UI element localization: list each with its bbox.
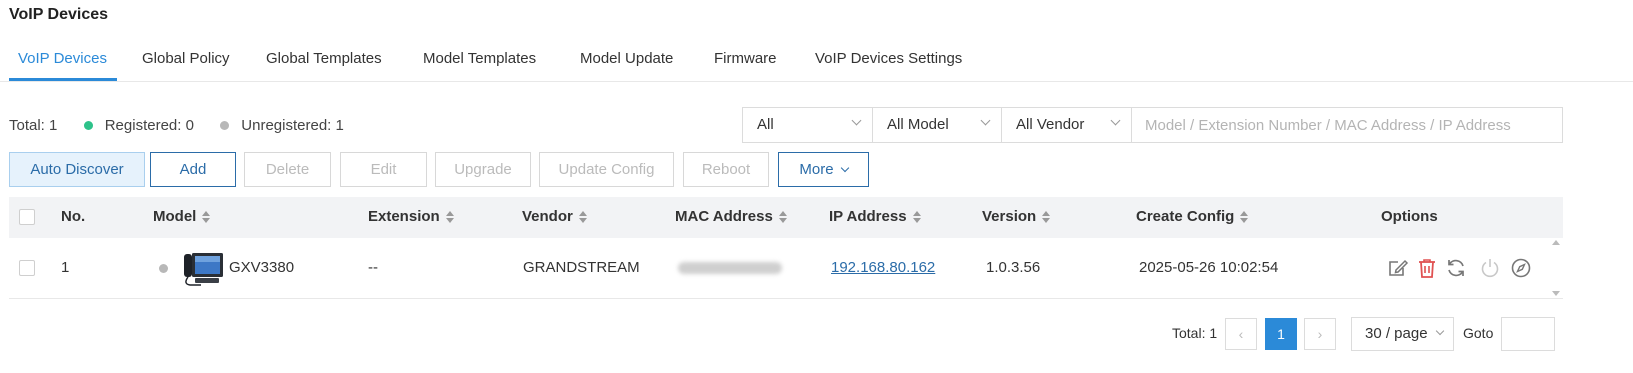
- edit-icon[interactable]: [1387, 257, 1409, 279]
- model-filter-value: All Model: [887, 116, 949, 133]
- column-mac[interactable]: MAC Address: [675, 208, 787, 225]
- column-no: No.: [61, 208, 86, 225]
- more-button[interactable]: More: [778, 152, 869, 187]
- scroll-down-icon[interactable]: [1552, 291, 1560, 296]
- power-icon[interactable]: [1479, 257, 1501, 279]
- status-filter-value: All: [757, 116, 774, 133]
- sort-icon[interactable]: [1042, 211, 1051, 224]
- row-ip-link[interactable]: 192.168.80.162: [831, 259, 935, 276]
- row-vendor: GRANDSTREAM: [523, 259, 640, 276]
- tab-voip-devices-settings[interactable]: VoIP Devices Settings: [815, 50, 962, 67]
- column-ip-label: IP Address: [829, 208, 907, 225]
- goto-page-input[interactable]: [1501, 317, 1555, 351]
- row-no: 1: [61, 259, 70, 276]
- device-summary: Total: 1 Registered: 0 Unregistered: 1: [9, 116, 344, 134]
- scroll-up-icon[interactable]: [1552, 240, 1560, 245]
- column-extension[interactable]: Extension: [368, 208, 454, 225]
- auto-discover-button[interactable]: Auto Discover: [9, 152, 145, 187]
- vendor-filter-value: All Vendor: [1016, 116, 1085, 133]
- row-version: 1.0.3.56: [986, 259, 1041, 276]
- page-size-value: 30 / page: [1365, 325, 1428, 342]
- select-all-checkbox[interactable]: [19, 209, 35, 225]
- refresh-icon[interactable]: [1445, 257, 1467, 279]
- tab-bar: VoIP Devices Global Policy Global Templa…: [0, 40, 1633, 82]
- row-mac-redacted: [678, 262, 782, 274]
- table-header: No. Model Extension Vendor MAC Address I…: [9, 197, 1563, 238]
- sort-icon[interactable]: [778, 211, 787, 224]
- active-tab-indicator: [9, 78, 117, 81]
- column-ip[interactable]: IP Address: [829, 208, 921, 225]
- model-filter-select[interactable]: All Model: [872, 107, 1002, 143]
- page-title: VoIP Devices: [9, 6, 109, 23]
- status-filter-select[interactable]: All: [742, 107, 873, 143]
- page-button-current[interactable]: 1: [1265, 318, 1297, 350]
- chevron-down-icon: [840, 163, 849, 173]
- column-version[interactable]: Version: [982, 208, 1051, 225]
- tab-firmware[interactable]: Firmware: [714, 50, 777, 67]
- vendor-filter-select[interactable]: All Vendor: [1001, 107, 1132, 143]
- column-mac-label: MAC Address: [675, 208, 773, 225]
- column-vendor-label: Vendor: [522, 208, 573, 225]
- compass-icon[interactable]: [1510, 257, 1532, 279]
- desk-phone-icon: [184, 253, 223, 286]
- goto-label: Goto: [1463, 325, 1494, 341]
- update-config-button[interactable]: Update Config: [539, 152, 674, 187]
- edit-button[interactable]: Edit: [340, 152, 427, 187]
- table-row[interactable]: 1 GXV3380 -- GRANDSTREAM 192.168.80.162 …: [9, 238, 1563, 299]
- row-extension: --: [368, 259, 378, 276]
- column-version-label: Version: [982, 208, 1037, 225]
- next-page-button[interactable]: ›: [1304, 318, 1336, 350]
- column-extension-label: Extension: [368, 208, 440, 225]
- row-model: GXV3380: [229, 259, 295, 276]
- unregistered-dot-icon: [220, 120, 230, 130]
- registered-count: Registered: 0: [104, 116, 194, 134]
- unregistered-count: Unregistered: 1: [241, 116, 344, 134]
- delete-icon[interactable]: [1416, 257, 1438, 279]
- registered-dot-icon: [83, 120, 93, 130]
- reboot-button[interactable]: Reboot: [683, 152, 769, 187]
- column-create-config-label: Create Config: [1136, 208, 1235, 225]
- sort-icon[interactable]: [202, 211, 211, 224]
- page-size-select[interactable]: 30 / page: [1351, 317, 1454, 351]
- column-vendor[interactable]: Vendor: [522, 208, 587, 225]
- sort-icon[interactable]: [445, 211, 454, 224]
- chevron-down-icon: [851, 115, 862, 126]
- pagination-total: Total: 1: [1172, 325, 1218, 341]
- total-count: Total: 1: [9, 116, 58, 134]
- tab-global-templates[interactable]: Global Templates: [266, 50, 382, 67]
- tab-model-templates[interactable]: Model Templates: [423, 50, 536, 67]
- tab-global-policy[interactable]: Global Policy: [142, 50, 230, 67]
- column-create-config[interactable]: Create Config: [1136, 208, 1249, 225]
- delete-button[interactable]: Delete: [244, 152, 331, 187]
- search-input[interactable]: [1131, 107, 1563, 143]
- sort-icon[interactable]: [578, 211, 587, 224]
- sort-icon[interactable]: [912, 211, 921, 224]
- chevron-down-icon: [1435, 326, 1445, 336]
- chevron-down-icon: [1110, 115, 1121, 126]
- tab-voip-devices[interactable]: VoIP Devices: [18, 50, 107, 67]
- row-create-config: 2025-05-26 10:02:54: [1139, 259, 1279, 276]
- sort-icon[interactable]: [1240, 211, 1249, 224]
- chevron-down-icon: [980, 115, 991, 126]
- column-model[interactable]: Model: [153, 208, 211, 225]
- unregistered-dot-icon: [159, 264, 168, 273]
- prev-page-button[interactable]: ‹: [1225, 318, 1257, 350]
- column-model-label: Model: [153, 208, 197, 225]
- row-checkbox[interactable]: [19, 260, 35, 276]
- tab-model-update[interactable]: Model Update: [580, 50, 673, 67]
- add-button[interactable]: Add: [150, 152, 236, 187]
- upgrade-button[interactable]: Upgrade: [435, 152, 531, 187]
- column-options: Options: [1381, 208, 1438, 225]
- more-button-label: More: [799, 161, 834, 178]
